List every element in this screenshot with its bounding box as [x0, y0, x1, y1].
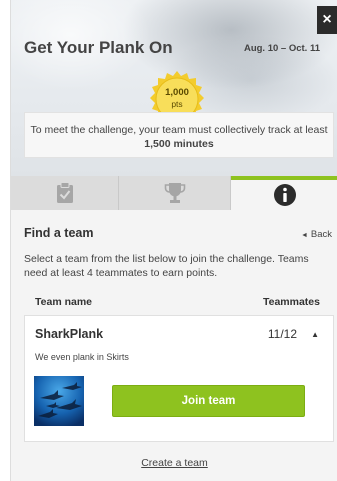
challenge-requirement: To meet the challenge, your team must co… [24, 112, 334, 158]
column-teammates: Teammates [262, 296, 320, 308]
close-button[interactable]: × [317, 6, 337, 34]
challenge-panel: Get Your Plank On Aug. 10 – Oct. 11 1,00… [10, 0, 337, 481]
team-name: SharkPlank [35, 327, 104, 341]
challenge-dates: Aug. 10 – Oct. 11 [243, 43, 320, 54]
requirement-text: To meet the challenge, your team must co… [30, 124, 328, 136]
team-card: SharkPlank 11/12 ▲ We even plank in Skir… [24, 315, 334, 442]
collapse-button[interactable]: ▲ [311, 330, 319, 339]
column-team-name: Team name [35, 296, 92, 308]
sharks-image [34, 376, 84, 426]
find-team-title: Find a team [24, 226, 94, 240]
clipboard-check-icon [56, 182, 74, 209]
team-image [34, 376, 84, 426]
tab-bar [11, 176, 337, 210]
close-icon: × [322, 11, 332, 28]
requirement-minutes: 1,500 minutes [144, 138, 214, 150]
back-button[interactable]: ◄ Back [301, 229, 332, 240]
info-icon [273, 183, 297, 212]
team-description: We even plank in Skirts [35, 352, 129, 362]
triangle-left-icon: ◄ [300, 232, 308, 239]
create-team-link[interactable]: Create a team [11, 457, 337, 469]
tab-leaderboard[interactable] [119, 176, 231, 210]
points-value: 1,000 [165, 87, 189, 98]
tab-checklist[interactable] [11, 176, 119, 210]
back-label: Back [310, 229, 332, 240]
join-team-button[interactable]: Join team [112, 385, 305, 417]
hero-banner: Get Your Plank On Aug. 10 – Oct. 11 1,00… [11, 0, 337, 176]
team-member-count: 11/12 [267, 327, 297, 341]
challenge-title: Get Your Plank On [24, 38, 173, 57]
tab-info[interactable] [231, 176, 337, 210]
points-label: pts [171, 99, 183, 109]
find-team-description: Select a team from the list below to joi… [24, 253, 309, 279]
caret-up-icon: ▲ [311, 330, 319, 339]
trophy-icon [164, 182, 186, 209]
